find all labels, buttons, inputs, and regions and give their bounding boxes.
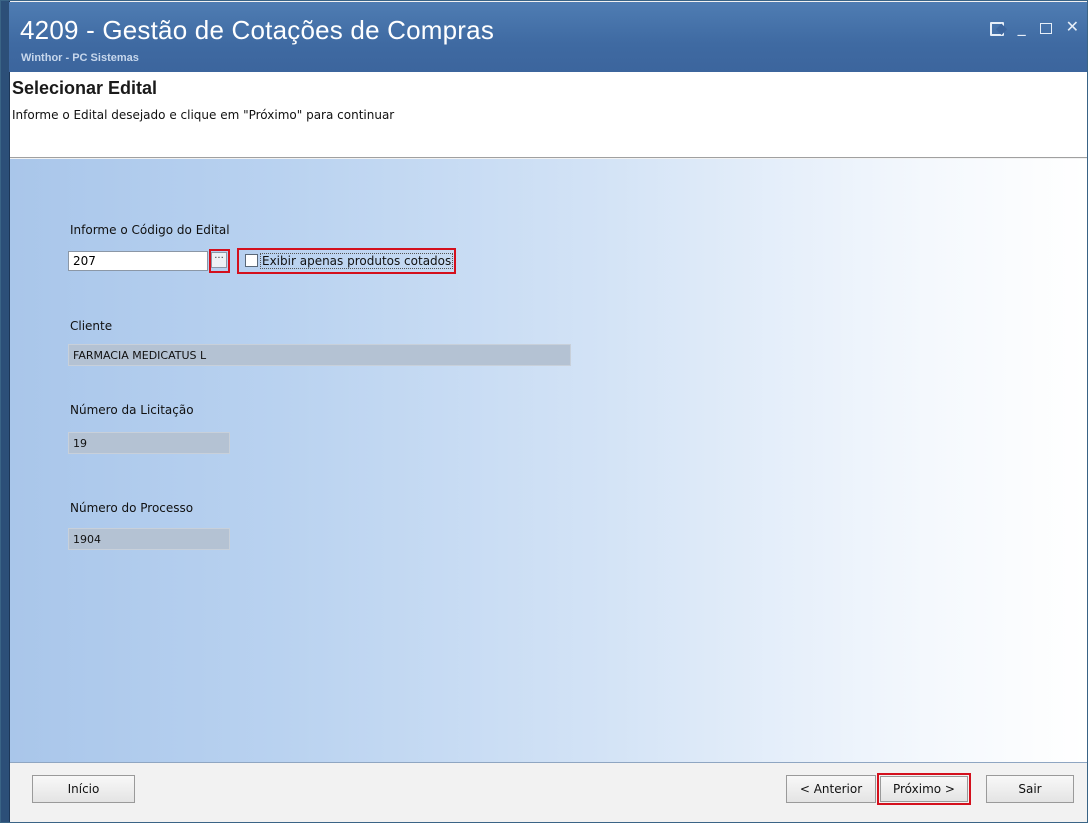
show-quoted-only-checkbox[interactable] bbox=[245, 254, 258, 267]
inicio-button-label: Início bbox=[67, 782, 100, 796]
proximo-button[interactable]: Próximo > bbox=[880, 776, 968, 802]
restore-icon[interactable] bbox=[989, 22, 1004, 36]
edital-lookup-button[interactable]: ··· bbox=[211, 252, 227, 268]
edital-input[interactable] bbox=[68, 251, 208, 271]
edital-label: Informe o Código do Edital bbox=[70, 223, 230, 237]
licitacao-field: 19 bbox=[68, 432, 230, 454]
window-controls: _ ✕ bbox=[989, 19, 1079, 36]
anterior-button-label: < Anterior bbox=[799, 782, 863, 796]
cliente-label: Cliente bbox=[70, 319, 113, 333]
licitacao-label: Número da Licitação bbox=[70, 403, 194, 417]
processo-field: 1904 bbox=[68, 528, 230, 550]
wizard-content: Informe o Código do Edital ··· Exibir ap… bbox=[10, 159, 1087, 763]
anterior-button[interactable]: < Anterior bbox=[786, 775, 876, 803]
sair-button-label: Sair bbox=[1018, 782, 1042, 796]
wizard-header: Selecionar Edital Informe o Edital desej… bbox=[10, 72, 1087, 158]
maximize-icon[interactable] bbox=[1039, 23, 1052, 34]
page-title: Selecionar Edital bbox=[12, 78, 158, 98]
window-left-border bbox=[1, 1, 10, 822]
processo-label: Número do Processo bbox=[70, 501, 194, 515]
show-quoted-only-label[interactable]: Exibir apenas produtos cotados bbox=[260, 253, 454, 269]
proximo-button-label: Próximo > bbox=[892, 782, 955, 796]
sair-button[interactable]: Sair bbox=[986, 775, 1074, 803]
inicio-button[interactable]: Início bbox=[32, 775, 135, 803]
window-title: 4209 - Gestão de Cotações de Compras bbox=[20, 15, 495, 45]
minimize-icon[interactable]: _ bbox=[1018, 19, 1026, 35]
close-icon[interactable]: ✕ bbox=[1066, 19, 1079, 35]
cliente-field: FARMACIA MEDICATUS L bbox=[68, 344, 571, 366]
application-window: 4209 - Gestão de Cotações de Compras Win… bbox=[0, 0, 1088, 823]
title-bar[interactable]: 4209 - Gestão de Cotações de Compras Win… bbox=[9, 2, 1087, 72]
wizard-footer: Início < Anterior Próximo > Sair bbox=[10, 763, 1087, 822]
page-description: Informe o Edital desejado e clique em "P… bbox=[12, 108, 395, 122]
window-subtitle: Winthor - PC Sistemas bbox=[21, 52, 139, 64]
